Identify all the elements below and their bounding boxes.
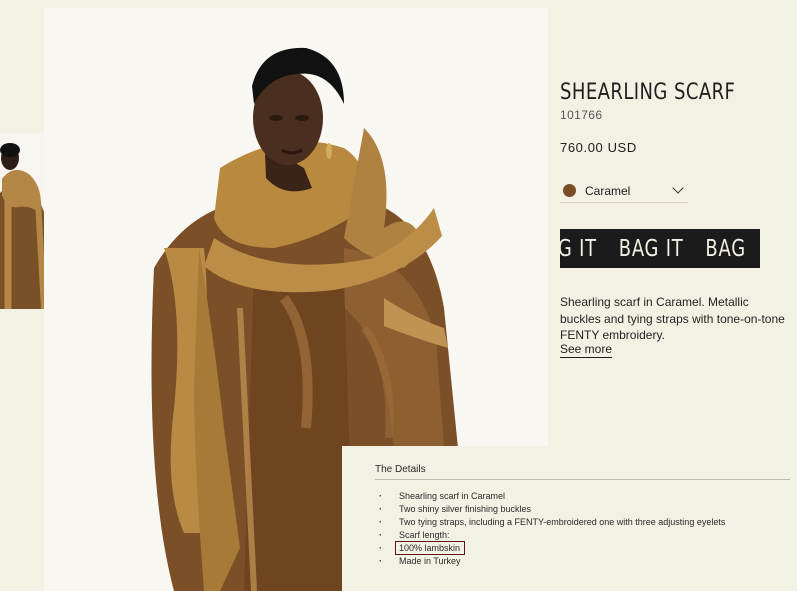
chevron-down-icon (672, 182, 684, 194)
details-list: Shearling scarf in Caramel Two shiny sil… (375, 490, 725, 568)
details-divider (375, 479, 790, 480)
details-item-text: Made in Turkey (399, 556, 461, 566)
bag-it-marquee: AG IT BAG IT BAG (560, 236, 760, 262)
bag-it-marquee-text: BAG (705, 236, 746, 262)
details-item-text: Scarf length: (399, 530, 450, 540)
product-description: Shearling scarf in Caramel. Metallic buc… (560, 295, 785, 342)
bag-it-button[interactable]: AG IT BAG IT BAG (560, 229, 760, 268)
details-list-item-highlighted: 100% lambskin (375, 541, 725, 555)
product-price: 760.00 USD (560, 140, 637, 155)
bag-it-marquee-text: AG IT (560, 236, 597, 262)
details-item-text: Two tying straps, including a FENTY-embr… (399, 517, 726, 527)
details-list-item: Made in Turkey (375, 555, 725, 568)
details-list-item: Shearling scarf in Caramel (375, 490, 725, 503)
details-item-text: Shearling scarf in Caramel (399, 491, 506, 501)
details-panel: The Details Shearling scarf in Caramel T… (342, 446, 797, 591)
color-select-label: Caramel (585, 184, 631, 198)
color-swatch (563, 184, 576, 197)
product-title: SHEARLING SCARF (560, 80, 736, 105)
details-item-text: 100% lambskin (394, 541, 466, 555)
details-list-item: Two shiny silver finishing buckles (375, 503, 725, 516)
details-list-item: Two tying straps, including a FENTY-embr… (375, 516, 725, 529)
details-list-item: Scarf length: (375, 529, 725, 542)
product-sku: 101766 (560, 108, 603, 122)
details-item-text: Two shiny silver finishing buckles (399, 504, 532, 514)
see-more-link[interactable]: See more (560, 342, 613, 358)
color-select[interactable]: Caramel (560, 180, 688, 203)
details-title: The Details (375, 464, 426, 475)
bag-it-marquee-text: BAG IT (618, 236, 684, 262)
